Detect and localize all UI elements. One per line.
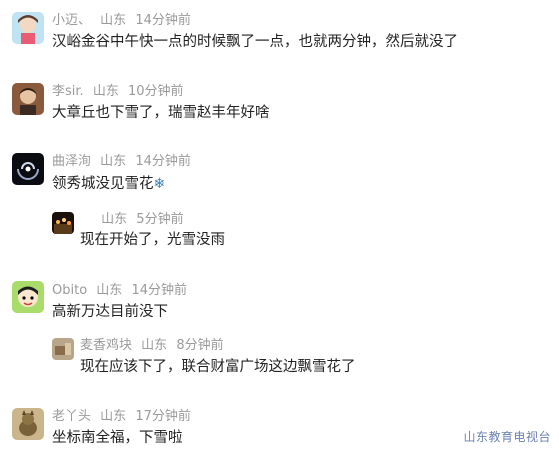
username[interactable]: 麦香鸡块 [80,338,132,353]
comment-text: 现在开始了，光雪没雨 [80,232,225,248]
username[interactable]: 曲泽洵 [52,154,91,169]
timestamp: 14分钟前 [131,283,187,298]
comment-text: 汉峪金谷中午快一点的时候飘了一点，也就两分钟，然后就没了 [52,34,458,50]
timestamp: 14分钟前 [135,13,191,28]
avatar[interactable] [52,212,74,234]
location: 山东 [141,338,168,353]
location: 山东 [100,154,127,169]
avatar[interactable] [52,338,74,360]
timestamp: 17分钟前 [135,409,191,424]
avatar[interactable] [12,12,44,44]
location: 山东 [100,13,127,28]
snowflake-emoji: ❄ [153,176,166,192]
comment-text: 高新万达目前没下 [52,304,168,320]
timestamp: 5分钟前 [136,212,184,227]
comment-text: 现在应该下了，联合财富广场这边飘雪花了 [80,359,356,375]
timestamp: 14分钟前 [135,154,191,169]
avatar[interactable] [12,408,44,440]
location: 山东 [92,84,119,99]
avatar[interactable] [12,153,44,185]
location: 山东 [96,283,123,298]
watermark: 山东教育电视台 [463,430,551,444]
username[interactable]: Obito [52,283,87,298]
avatar[interactable] [12,83,44,115]
timestamp: 10分钟前 [127,84,184,99]
avatar[interactable] [12,281,44,313]
timestamp: 8分钟前 [176,338,224,353]
comment-text: 领秀城没见雪花 [52,176,154,192]
username[interactable]: 老丫头 [52,409,91,424]
username[interactable]: 李sir. [52,84,84,99]
location: 山东 [101,212,128,227]
username[interactable]: 小迈、 [52,13,91,28]
location: 山东 [100,409,127,424]
comment-text: 坐标南全福，下雪啦 [52,430,183,446]
comment-text-wrap: 领秀城没见雪花❄ [52,174,165,194]
comment-text: 大章丘也下雪了，瑞雪赵丰年好啥 [52,105,270,121]
